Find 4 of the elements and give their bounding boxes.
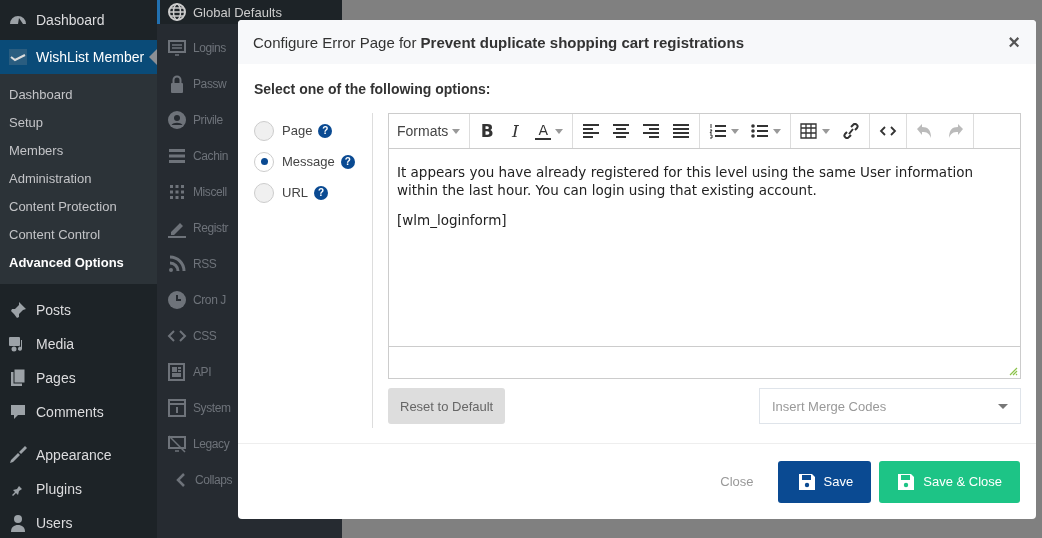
editor-paragraph: [wlm_loginform]	[397, 211, 508, 229]
editor-paragraph: It appears you have already registered for this level using the same User information within the last hour. You can login using that existing account.	[397, 163, 974, 199]
prompt-text: Select one of the following options:	[254, 81, 492, 97]
dialog-title: Configure Error Page for Prevent duplicate shopping cart registrations	[253, 33, 744, 51]
